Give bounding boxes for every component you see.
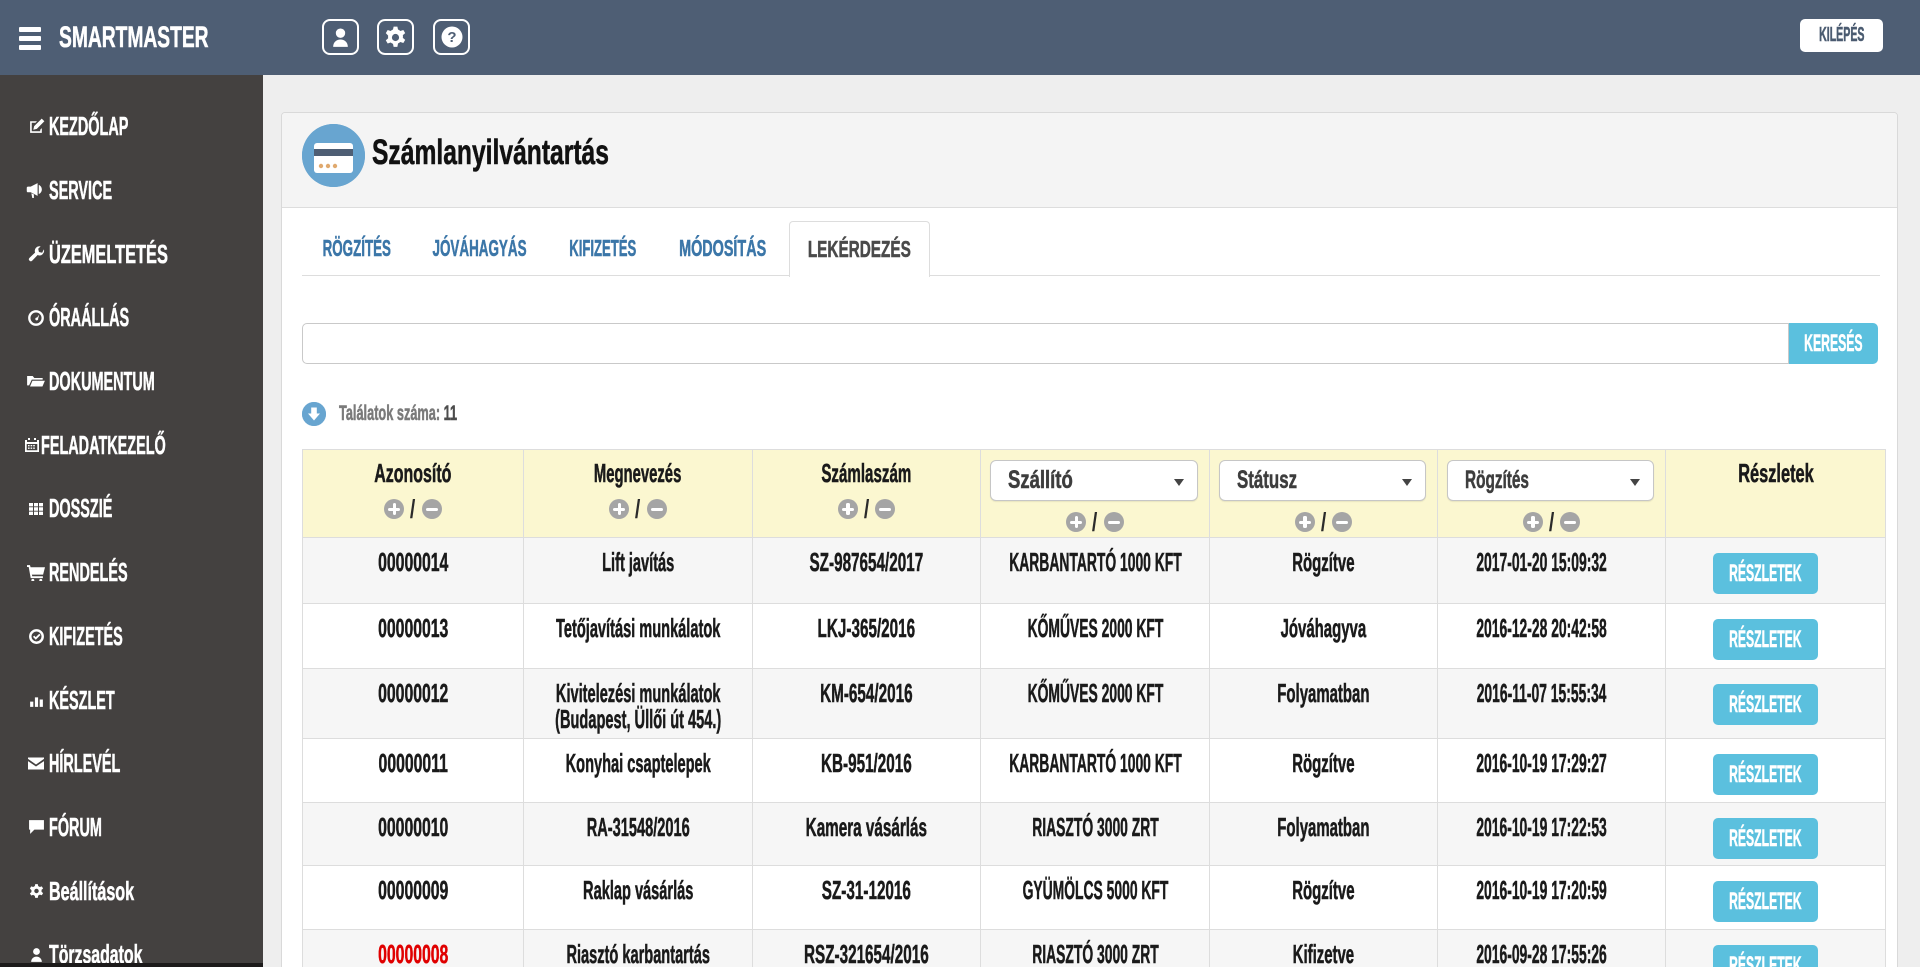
svg-text:?: ?: [447, 29, 456, 46]
